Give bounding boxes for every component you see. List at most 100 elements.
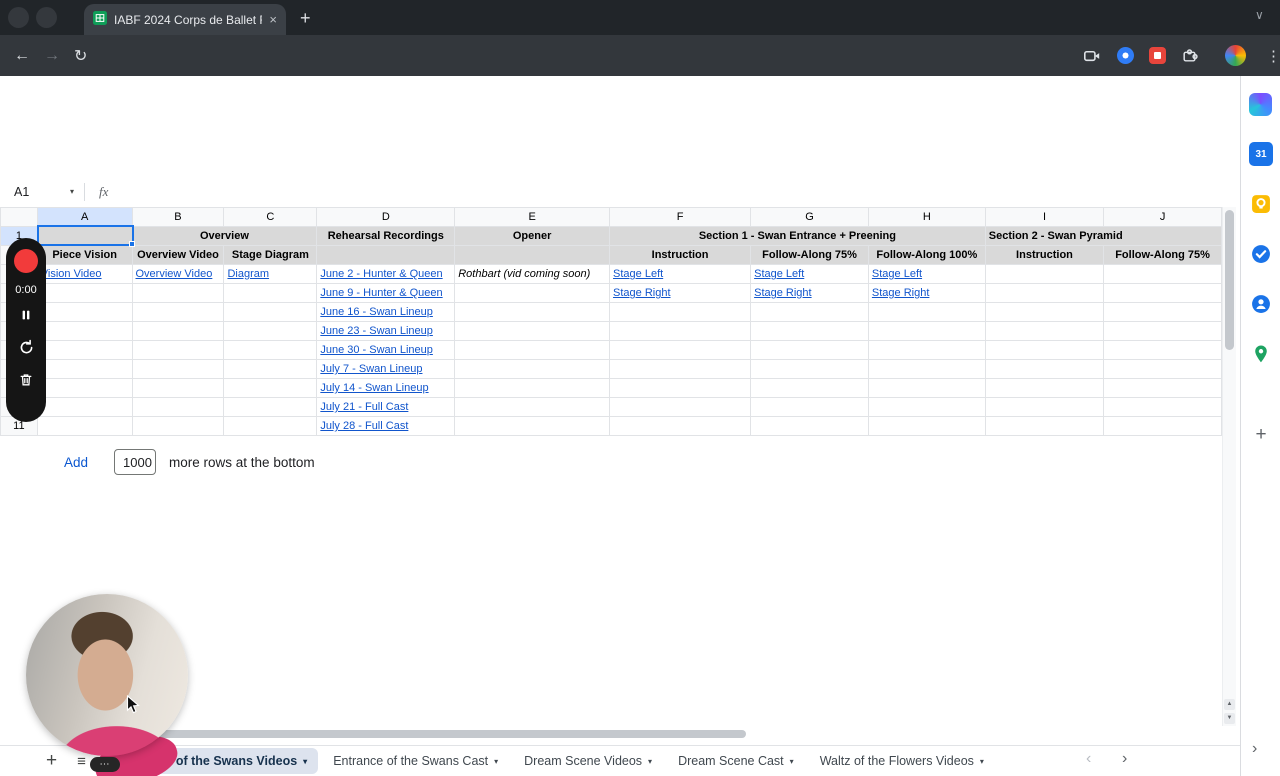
cell-G7[interactable]	[750, 340, 869, 360]
profile-avatar[interactable]	[1225, 45, 1246, 66]
sheet-tab-4[interactable]: Dream Scene Cast ▾	[667, 748, 805, 774]
cell-J7[interactable]	[1103, 340, 1222, 360]
cell-link[interactable]: July 28 - Full Cast	[320, 420, 408, 432]
cell-A10[interactable]	[36, 397, 133, 417]
vertical-scrollbar[interactable]: ▲ ▼	[1222, 207, 1236, 726]
cell-B10[interactable]	[131, 397, 225, 417]
cell-B6[interactable]	[131, 321, 225, 341]
cell-link[interactable]: Stage Left	[872, 268, 922, 280]
cell-E3[interactable]: Rothbart (vid coming soon)	[454, 264, 611, 284]
cell-G2[interactable]: Follow-Along 75%	[750, 245, 869, 265]
cell-D2[interactable]	[316, 245, 456, 265]
cell-E2[interactable]	[454, 245, 611, 265]
cell-H3[interactable]: Stage Left	[867, 264, 986, 284]
cell-E10[interactable]	[454, 397, 611, 417]
column-header-H[interactable]: H	[867, 207, 986, 227]
side-panel-collapse-icon[interactable]: ›	[1252, 740, 1257, 758]
side-panel-add-icon[interactable]: +	[1249, 424, 1273, 446]
tabs-scroll-right-icon[interactable]: ›	[1122, 750, 1127, 768]
cell-F6[interactable]	[609, 321, 752, 341]
keep-icon[interactable]	[1249, 192, 1273, 216]
cell-link[interactable]: Vision Video	[41, 268, 102, 280]
cell-H4[interactable]: Stage Right	[867, 283, 986, 303]
cell-link[interactable]: Diagram	[227, 268, 269, 280]
cell-J6[interactable]	[1103, 321, 1222, 341]
column-header-A[interactable]: A	[36, 207, 133, 227]
restart-icon[interactable]	[18, 339, 35, 361]
stop-record-button[interactable]	[14, 249, 38, 273]
tab-search-chevron-icon[interactable]: ∨	[1255, 8, 1264, 22]
cell-C4[interactable]	[223, 283, 318, 303]
cell-link[interactable]: Stage Right	[754, 287, 811, 299]
cell-D5[interactable]: June 16 - Swan Lineup	[316, 302, 456, 322]
cell-link[interactable]: June 2 - Hunter & Queen	[320, 268, 442, 280]
cell-B1[interactable]: Overview	[131, 226, 318, 246]
cell-B11[interactable]	[131, 416, 225, 436]
add-sheet-icon[interactable]: +	[46, 750, 57, 772]
cell-F9[interactable]	[609, 378, 752, 398]
cell-A3[interactable]: Vision Video	[36, 264, 133, 284]
fill-handle[interactable]	[129, 241, 135, 247]
cell-H5[interactable]	[867, 302, 986, 322]
cell-I4[interactable]	[984, 283, 1105, 303]
sheet-tab-dropdown-icon[interactable]: ▾	[303, 757, 307, 766]
cell-B5[interactable]	[131, 302, 225, 322]
column-header-E[interactable]: E	[454, 207, 611, 227]
browser-tab[interactable]: IABF 2024 Corps de Ballet Re ×	[84, 4, 286, 35]
cell-J11[interactable]	[1103, 416, 1222, 436]
column-header-J[interactable]: J	[1103, 207, 1222, 227]
cell-G11[interactable]	[750, 416, 869, 436]
cell-D10[interactable]: July 21 - Full Cast	[316, 397, 456, 417]
cell-F8[interactable]	[609, 359, 752, 379]
cell-F7[interactable]	[609, 340, 752, 360]
reload-icon[interactable]: ↻	[74, 46, 87, 66]
cell-E6[interactable]	[454, 321, 611, 341]
browser-menu-icon[interactable]: ⋮	[1266, 47, 1280, 65]
cell-I3[interactable]	[984, 264, 1105, 284]
cell-B3[interactable]: Overview Video	[131, 264, 225, 284]
cell-H7[interactable]	[867, 340, 986, 360]
scroll-down-icon[interactable]: ▼	[1224, 713, 1235, 724]
sheet-tab-dropdown-icon[interactable]: ▾	[648, 757, 652, 766]
cell-C2[interactable]: Stage Diagram	[223, 245, 318, 265]
tab-close-icon[interactable]: ×	[269, 12, 277, 27]
name-box-dropdown-icon[interactable]: ▾	[70, 187, 84, 196]
cell-G8[interactable]	[750, 359, 869, 379]
cell-J10[interactable]	[1103, 397, 1222, 417]
cell-A2[interactable]: Piece Vision	[36, 245, 133, 265]
formula-input[interactable]	[108, 176, 1240, 207]
cell-link[interactable]: June 30 - Swan Lineup	[320, 344, 433, 356]
cell-link[interactable]: July 14 - Swan Lineup	[320, 382, 428, 394]
extension-logo-icon[interactable]	[1249, 93, 1272, 116]
cell-A9[interactable]	[36, 378, 133, 398]
column-header-B[interactable]: B	[131, 207, 225, 227]
forward-icon[interactable]: →	[44, 47, 60, 65]
add-rows-button[interactable]: Add	[64, 455, 88, 470]
sheet-tab-2[interactable]: Entrance of the Swans Cast ▾	[322, 748, 509, 774]
cell-B4[interactable]	[131, 283, 225, 303]
cell-C3[interactable]: Diagram	[223, 264, 318, 284]
cell-E8[interactable]	[454, 359, 611, 379]
cell-D4[interactable]: June 9 - Hunter & Queen	[316, 283, 456, 303]
sheet-tab-dropdown-icon[interactable]: ▾	[980, 757, 984, 766]
cell-D11[interactable]: July 28 - Full Cast	[316, 416, 456, 436]
cell-link[interactable]: July 21 - Full Cast	[320, 401, 408, 413]
cell-J4[interactable]	[1103, 283, 1222, 303]
cell-B2[interactable]: Overview Video	[131, 245, 225, 265]
webcam-options-button[interactable]: ⋯	[90, 757, 120, 772]
cell-E11[interactable]	[454, 416, 611, 436]
cell-I8[interactable]	[984, 359, 1105, 379]
cell-link[interactable]: Stage Right	[872, 287, 929, 299]
cell-F4[interactable]: Stage Right	[609, 283, 752, 303]
cell-I2[interactable]: Instruction	[984, 245, 1105, 265]
window-control-icon[interactable]	[8, 7, 29, 28]
horizontal-scrollbar[interactable]	[0, 729, 1222, 740]
cell-C8[interactable]	[223, 359, 318, 379]
cell-link[interactable]: June 16 - Swan Lineup	[320, 306, 433, 318]
window-control-icon[interactable]	[36, 7, 57, 28]
cell-I5[interactable]	[984, 302, 1105, 322]
cell-C6[interactable]	[223, 321, 318, 341]
webcam-video-bubble[interactable]	[26, 594, 188, 756]
cell-J8[interactable]	[1103, 359, 1222, 379]
cell-A1[interactable]	[36, 226, 133, 246]
